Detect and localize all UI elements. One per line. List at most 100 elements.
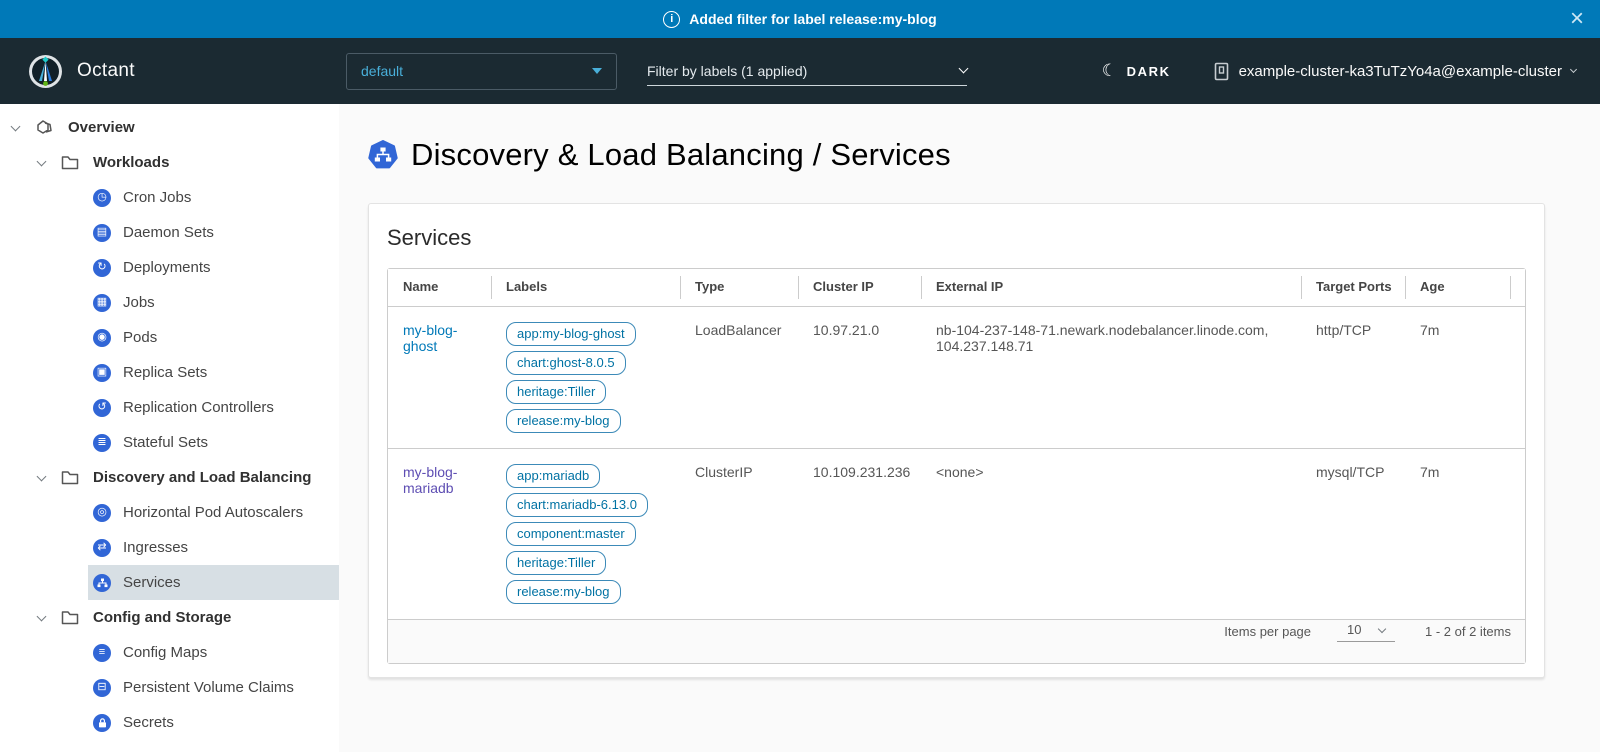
namespace-select[interactable]: default <box>346 53 617 90</box>
caret-down-icon <box>592 68 602 74</box>
close-icon[interactable]: × <box>1570 6 1584 32</box>
page-title: Discovery & Load Balancing / Services <box>368 137 1545 173</box>
daemon-sets-icon: ▤ <box>93 224 111 242</box>
sidebar-item-services[interactable]: Services <box>0 565 339 600</box>
table-footer: Items per page 10 1 - 2 of 2 items <box>388 619 1525 663</box>
folder-icon <box>61 155 79 170</box>
column-header-cluster-ip: Cluster IP <box>799 269 922 307</box>
services-card: Services Name Labels Type Cluster IP Ext… <box>368 203 1545 678</box>
sidebar-item-deployments[interactable]: ↻ Deployments <box>0 250 339 285</box>
chevron-down-icon <box>1570 66 1577 73</box>
label-tag[interactable]: app:mariadb <box>506 464 600 488</box>
sidebar-item-replica-sets[interactable]: ▣ Replica Sets <box>0 355 339 390</box>
sidebar-item-label: Deployments <box>123 259 211 276</box>
service-name-link[interactable]: my-blog-ghost <box>403 322 478 354</box>
label-tag[interactable]: heritage:Tiller <box>506 551 606 575</box>
sidebar-item-label: Replication Controllers <box>123 399 274 416</box>
column-header-external-ip: External IP <box>922 269 1302 307</box>
chevron-down-icon[interactable] <box>37 156 47 166</box>
sidebar-item-label: Config and Storage <box>93 609 231 626</box>
label-tag[interactable]: component:master <box>506 522 636 546</box>
sidebar-item-label: Cron Jobs <box>123 189 191 206</box>
label-tag[interactable]: chart:ghost-8.0.5 <box>506 351 626 375</box>
sidebar-item-stateful-sets[interactable]: ≣ Stateful Sets <box>0 425 339 460</box>
sidebar-item-persistent-volume-claims[interactable]: ⊟ Persistent Volume Claims <box>0 670 339 705</box>
sidebar-item-config-maps[interactable]: ≡ Config Maps <box>0 635 339 670</box>
sidebar-group-config-and-storage[interactable]: Config and Storage <box>0 600 339 635</box>
brand: Octant <box>28 54 346 89</box>
sidebar-item-secrets[interactable]: Secrets <box>0 705 339 740</box>
column-header-name: Name <box>388 269 492 307</box>
sidebar-item-label: Pods <box>123 329 157 346</box>
service-name-link[interactable]: my-blog-mariadb <box>403 464 478 496</box>
items-per-page-value: 10 <box>1347 622 1361 637</box>
sidebar-item-label: Daemon Sets <box>123 224 214 241</box>
age: 7m <box>1406 448 1511 619</box>
sidebar-item-label: Secrets <box>123 714 174 731</box>
chevron-down-icon <box>959 64 969 74</box>
label-filter-text: Filter by labels (1 applied) <box>647 63 807 79</box>
card-title: Services <box>387 225 1526 251</box>
deployments-icon: ↻ <box>93 259 111 277</box>
age: 7m <box>1406 307 1511 448</box>
external-ip: nb-104-237-148-71.newark.nodebalancer.li… <box>922 307 1302 448</box>
sidebar-item-label: Overview <box>68 119 135 136</box>
cluster-ip: 10.97.21.0 <box>799 307 922 448</box>
objects-icon <box>35 118 54 137</box>
services-table: Name Labels Type Cluster IP External IP … <box>387 268 1526 664</box>
sidebar-item-label: Discovery and Load Balancing <box>93 469 311 486</box>
chevron-down-icon[interactable] <box>11 121 21 131</box>
notification-message: Added filter for label release:my-blog <box>689 11 936 27</box>
sidebar-item-horizontal-pod-autoscalers[interactable]: ◎ Horizontal Pod Autoscalers <box>0 495 339 530</box>
notification-bar: i Added filter for label release:my-blog… <box>0 0 1600 38</box>
sidebar-item-cron-jobs[interactable]: ◷ Cron Jobs <box>0 180 339 215</box>
sidebar-item-overview[interactable]: Overview <box>0 110 339 145</box>
table-header-row: Name Labels Type Cluster IP External IP … <box>388 269 1525 307</box>
label-filter-input[interactable]: Filter by labels (1 applied) <box>647 56 967 86</box>
moon-icon: ☾ <box>1102 61 1119 81</box>
theme-toggle-label: DARK <box>1127 64 1171 79</box>
sidebar-item-label: Horizontal Pod Autoscalers <box>123 504 303 521</box>
sidebar-item-label: Stateful Sets <box>123 434 208 451</box>
theme-toggle-button[interactable]: ☾ DARK <box>1102 61 1171 81</box>
sidebar-item-pods[interactable]: ◉ Pods <box>0 320 339 355</box>
sidebar-item-label: Ingresses <box>123 539 188 556</box>
target-ports: mysql/TCP <box>1302 448 1406 619</box>
target-ports: http/TCP <box>1302 307 1406 448</box>
sidebar-item-label: Config Maps <box>123 644 207 661</box>
cluster-selector[interactable]: example-cluster-ka3TuTzYo4a@example-clus… <box>1213 62 1576 81</box>
stateful-sets-icon: ≣ <box>93 434 111 452</box>
sidebar-group-workloads[interactable]: Workloads <box>0 145 339 180</box>
label-tag[interactable]: chart:mariadb-6.13.0 <box>506 493 648 517</box>
label-tag[interactable]: app:my-blog-ghost <box>506 322 636 346</box>
replication-controllers-icon: ↺ <box>93 399 111 417</box>
hpa-icon: ◎ <box>93 504 111 522</box>
items-per-page-label: Items per page <box>1224 624 1311 639</box>
service-type: LoadBalancer <box>681 307 799 448</box>
label-tag[interactable]: release:my-blog <box>506 409 621 433</box>
sidebar-item-daemon-sets[interactable]: ▤ Daemon Sets <box>0 215 339 250</box>
folder-icon <box>61 610 79 625</box>
ingresses-icon: ⇄ <box>93 539 111 557</box>
app-header: Octant default Filter by labels (1 appli… <box>0 38 1600 104</box>
label-tag[interactable]: heritage:Tiller <box>506 380 606 404</box>
label-tag[interactable]: release:my-blog <box>506 580 621 604</box>
folder-icon <box>61 470 79 485</box>
external-ip: <none> <box>922 448 1302 619</box>
column-header-age: Age <box>1406 269 1511 307</box>
chevron-down-icon[interactable] <box>37 611 47 621</box>
sidebar-item-ingresses[interactable]: ⇄ Ingresses <box>0 530 339 565</box>
secrets-lock-icon <box>93 714 111 732</box>
sidebar-item-replication-controllers[interactable]: ↺ Replication Controllers <box>0 390 339 425</box>
cluster-ip: 10.109.231.236 <box>799 448 922 619</box>
sidebar-item-jobs[interactable]: ▦ Jobs <box>0 285 339 320</box>
replica-sets-icon: ▣ <box>93 364 111 382</box>
column-header-labels: Labels <box>492 269 681 307</box>
chevron-down-icon[interactable] <box>37 471 47 481</box>
sidebar-item-label: Jobs <box>123 294 155 311</box>
items-per-page-select[interactable]: 10 <box>1337 620 1395 642</box>
column-header-spacer <box>1511 269 1525 307</box>
cron-jobs-icon: ◷ <box>93 189 111 207</box>
sidebar-item-label: Persistent Volume Claims <box>123 679 294 696</box>
sidebar-group-discovery-load-balancing[interactable]: Discovery and Load Balancing <box>0 460 339 495</box>
